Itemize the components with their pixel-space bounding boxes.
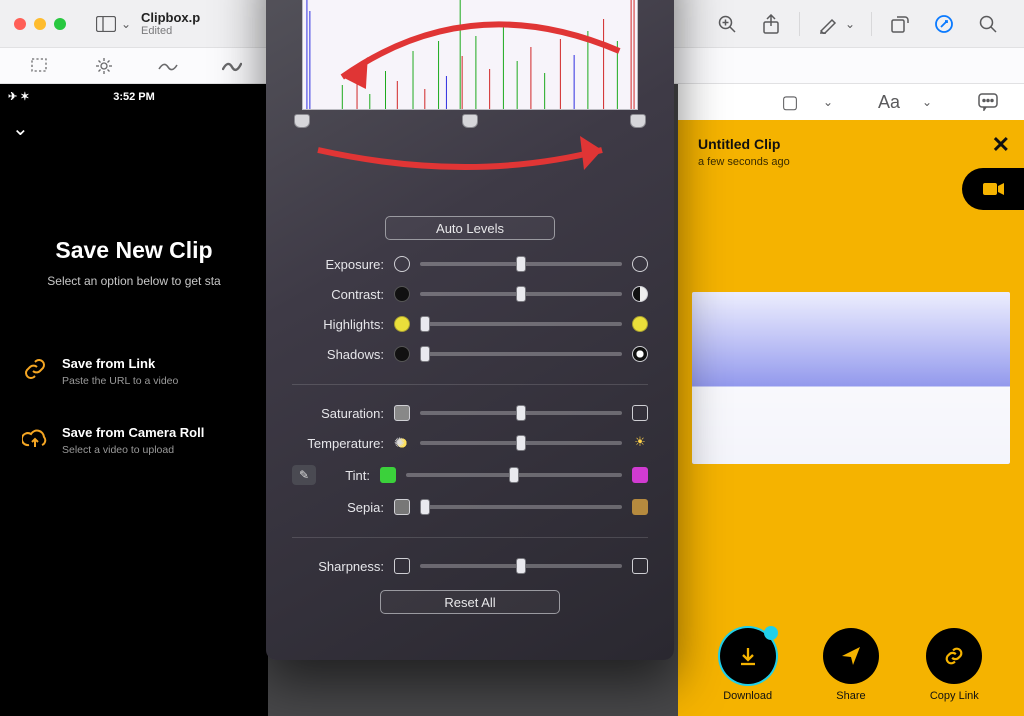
contrast-high-icon xyxy=(632,286,648,302)
cool-icon: ✺ xyxy=(394,435,410,451)
window-controls[interactable] xyxy=(14,18,66,30)
levels-handles[interactable] xyxy=(300,114,640,132)
adjust-color-panel[interactable]: ✕ Adjust Color – Clipbox.png xyxy=(266,0,674,660)
copy-link-action[interactable]: Copy Link xyxy=(926,628,982,702)
share-icon[interactable] xyxy=(758,11,784,37)
sharpness-low-icon xyxy=(394,558,410,574)
annotation-icon[interactable] xyxy=(975,89,1001,115)
levels-arrow-overlay xyxy=(302,132,638,190)
selection-tool-icon[interactable] xyxy=(29,55,51,77)
highlights-slider[interactable]: Highlights: xyxy=(292,316,648,332)
option-subtitle: Paste the URL to a video xyxy=(62,375,178,387)
record-button[interactable] xyxy=(962,168,1024,210)
action-label: Share xyxy=(836,690,865,702)
sepia-slider[interactable]: Sepia: xyxy=(292,499,648,515)
status-bar: ✈ ✶ 3:52 PM xyxy=(0,84,268,110)
saturation-high-icon xyxy=(632,405,648,421)
contrast-low-icon xyxy=(394,286,410,302)
edit-icon[interactable] xyxy=(931,11,957,37)
chevron-down-icon[interactable]: ⌄ xyxy=(120,11,132,37)
warm-icon: ☀ xyxy=(632,435,648,451)
contrast-slider[interactable]: Contrast: xyxy=(292,286,648,302)
chevron-down-icon[interactable]: ⌄ xyxy=(844,11,856,37)
aperture-low-icon xyxy=(394,256,410,272)
highlights-high-icon xyxy=(632,316,648,332)
chevron-down-icon[interactable]: ⌄ xyxy=(822,89,834,115)
save-from-link-option[interactable]: Save from Link Paste the URL to a video xyxy=(0,338,268,387)
back-button[interactable]: ⌄ xyxy=(0,110,268,147)
sketch-tool-icon[interactable] xyxy=(157,55,179,77)
markup-icon[interactable] xyxy=(815,11,841,37)
chevron-down-icon[interactable]: ⌄ xyxy=(921,89,933,115)
save-clip-title: Save New Clip xyxy=(0,237,268,264)
sliders-group: Exposure: Contrast: Highlights: Shadows:… xyxy=(266,256,674,574)
exposure-slider[interactable]: Exposure: xyxy=(292,256,648,272)
document-title: Clipbox.p Edited xyxy=(141,10,200,37)
option-title: Save from Link xyxy=(62,356,178,371)
rect-tool-icon[interactable]: ▢ xyxy=(777,89,803,115)
white-point-handle[interactable] xyxy=(630,114,646,128)
clipbox-save-screen: ✈ ✶ 3:52 PM ⌄ Save New Clip Select an op… xyxy=(0,84,268,716)
option-subtitle: Select a video to upload xyxy=(62,444,204,456)
temperature-slider[interactable]: Temperature: ✺ ☀ xyxy=(292,435,648,451)
zoom-in-icon[interactable] xyxy=(714,11,740,37)
instant-alpha-icon[interactable] xyxy=(93,55,115,77)
right-toolbar: ▢ ⌄ Aa ⌄ xyxy=(678,84,1024,120)
save-from-camera-option[interactable]: Save from Camera Roll Select a video to … xyxy=(0,407,268,456)
fullscreen-window-button[interactable] xyxy=(54,18,66,30)
draw-tool-icon[interactable] xyxy=(221,55,243,77)
close-clip-button[interactable]: ✕ xyxy=(992,132,1010,158)
sepia-low-icon xyxy=(394,499,410,515)
shadows-slider[interactable]: Shadows: xyxy=(292,346,648,362)
status-time: 3:52 PM xyxy=(113,91,155,103)
highlights-low-icon xyxy=(394,316,410,332)
auto-levels-button[interactable]: Auto Levels xyxy=(385,216,555,240)
save-clip-subtitle: Select an option below to get sta xyxy=(0,274,268,288)
clip-preview-image xyxy=(692,292,1010,464)
shadows-low-icon xyxy=(394,346,410,362)
option-title: Save from Camera Roll xyxy=(62,425,204,440)
text-style-icon[interactable]: Aa xyxy=(876,89,902,115)
mid-point-handle[interactable] xyxy=(462,114,478,128)
sepia-high-icon xyxy=(632,499,648,515)
clip-title: Untitled Clip xyxy=(698,136,790,152)
tint-magenta-icon xyxy=(632,467,648,483)
clip-actions: Download Share Copy Link xyxy=(678,628,1024,702)
download-action[interactable]: Download xyxy=(720,628,776,702)
eyedropper-button[interactable]: ✎ xyxy=(292,465,316,485)
shadows-high-icon xyxy=(632,346,648,362)
black-point-handle[interactable] xyxy=(294,114,310,128)
saturation-slider[interactable]: Saturation: xyxy=(292,405,648,421)
aperture-high-icon xyxy=(632,256,648,272)
status-icons: ✈ ✶ xyxy=(8,90,30,103)
rotate-icon[interactable] xyxy=(887,11,913,37)
tint-slider[interactable]: ✎ Tint: xyxy=(292,465,648,485)
clipbox-clip-screen: ▢ ⌄ Aa ⌄ Untitled Clip a few seconds ago… xyxy=(678,84,1024,716)
clip-subtitle: a few seconds ago xyxy=(698,156,790,168)
saturation-low-icon xyxy=(394,405,410,421)
close-window-button[interactable] xyxy=(14,18,26,30)
filename-label: Clipbox.p xyxy=(141,10,200,25)
sharpness-high-icon xyxy=(632,558,648,574)
reset-all-button[interactable]: Reset All xyxy=(380,590,560,614)
link-icon xyxy=(22,356,48,382)
action-label: Download xyxy=(723,690,772,702)
edited-label: Edited xyxy=(141,25,200,37)
tint-green-icon xyxy=(380,467,396,483)
action-label: Copy Link xyxy=(930,690,979,702)
sharpness-slider[interactable]: Sharpness: xyxy=(292,558,648,574)
sidebar-toggle-icon[interactable] xyxy=(93,11,119,37)
histogram xyxy=(302,0,638,110)
share-action[interactable]: Share xyxy=(823,628,879,702)
search-icon[interactable] xyxy=(975,11,1001,37)
minimize-window-button[interactable] xyxy=(34,18,46,30)
cloud-upload-icon xyxy=(22,425,48,451)
